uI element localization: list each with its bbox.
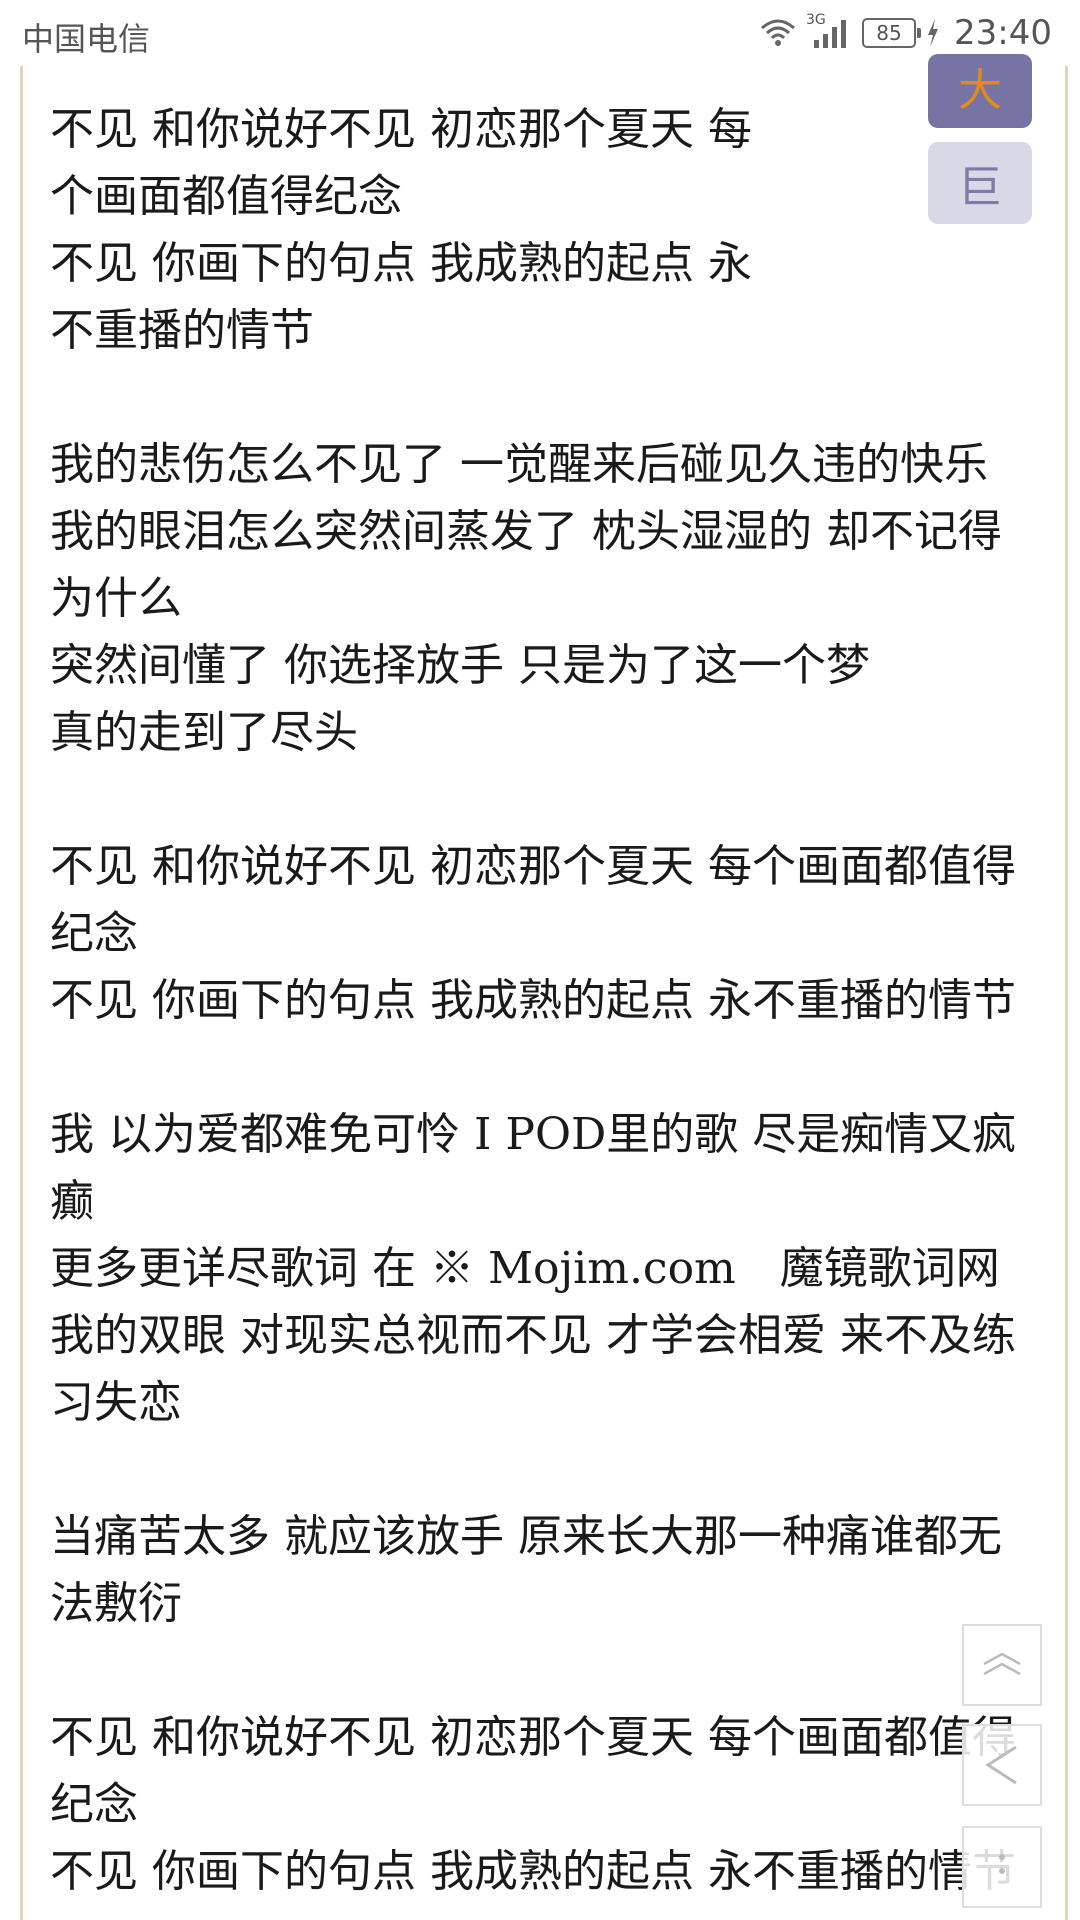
- lyric-line: 不重播的情节: [50, 305, 314, 356]
- lyric-line: 我的悲伤怎么不见了 一觉醒来后碰见久违的快乐: [50, 439, 988, 490]
- lyric-blank-line: [50, 1436, 1065, 1503]
- status-bar: 中国电信 3G 85 23:40: [0, 0, 1080, 66]
- lyric-line: 更多更详尽歌词 在 ※ Mojim.com 魔镜歌词网: [50, 1243, 1000, 1294]
- more-button[interactable]: [962, 1826, 1042, 1908]
- lyric-blank-line: [50, 1034, 1065, 1101]
- lyric-line: 纪念: [50, 1779, 138, 1830]
- font-size-huge-label: 巨: [958, 162, 1002, 213]
- battery-indicator: 85: [862, 18, 922, 48]
- font-size-big-label: 大: [958, 65, 1002, 116]
- lyric-line: 为什么: [50, 573, 182, 624]
- scroll-to-top-button[interactable]: [962, 1624, 1042, 1706]
- font-size-huge-button[interactable]: 巨: [928, 142, 1032, 224]
- signal-icon: 3G: [806, 12, 852, 50]
- lyric-line: 个画面都值得纪念: [50, 171, 402, 222]
- lyric-blank-line: [50, 766, 1065, 833]
- lyric-line: 我的眼泪怎么突然间蒸发了 枕头湿湿的 却不记得: [50, 506, 1002, 557]
- lyric-line: 突然间懂了 你选择放手 只是为了这一个梦: [50, 640, 870, 691]
- lyric-blank-line: [50, 1637, 1065, 1704]
- lyric-blank-line: [50, 364, 1065, 431]
- clock: 23:40: [954, 13, 1052, 53]
- lyric-line: 癫: [50, 1176, 94, 1227]
- lyrics-body: 不见 和你说好不见 初恋那个夏天 每个画面都值得纪念不见 你画下的句点 我成熟的…: [50, 96, 1065, 1905]
- lyrics-page[interactable]: 不见 和你说好不见 初恋那个夏天 每个画面都值得纪念不见 你画下的句点 我成熟的…: [20, 66, 1068, 1920]
- wifi-icon: [761, 19, 796, 46]
- battery-level: 85: [876, 21, 902, 45]
- lyric-line: 习失恋: [50, 1377, 182, 1428]
- lyric-line: 不见 和你说好不见 初恋那个夏天 每: [50, 104, 752, 155]
- charging-icon: [928, 19, 939, 47]
- lyric-line: 纪念: [50, 908, 138, 959]
- font-size-big-button[interactable]: 大: [928, 54, 1032, 128]
- double-chevron-up-icon: [983, 1652, 1021, 1676]
- lyric-line: 我 以为爱都难免可怜 I POD里的歌 尽是痴情又疯: [50, 1109, 1017, 1160]
- lyric-line: 真的走到了尽头: [50, 707, 358, 758]
- lyric-line: 不见 和你说好不见 初恋那个夏天 每个画面都值得: [50, 841, 1016, 892]
- lyric-line: 不见 你画下的句点 我成熟的起点 永不重播的情节: [50, 975, 1016, 1026]
- lyric-line: 我的双眼 对现实总视而不见 才学会相爱 来不及练: [50, 1310, 1016, 1361]
- lyric-line: 不见 和你说好不见 初恋那个夏天 每个画面都值得: [50, 1712, 1016, 1763]
- vertical-dots-icon: [999, 1854, 1005, 1874]
- back-button[interactable]: [962, 1724, 1042, 1806]
- carrier-label: 中国电信: [22, 20, 151, 58]
- chevron-left-icon: [985, 1745, 1017, 1785]
- lyric-line: 法敷衍: [50, 1578, 182, 1629]
- lyric-line: 当痛苦太多 就应该放手 原来长大那一种痛谁都无: [50, 1511, 1002, 1562]
- status-icons: 3G 85 23:40: [760, 12, 1052, 54]
- lyric-line: 不见 你画下的句点 我成熟的起点 永不重播的情节: [50, 1846, 1016, 1897]
- lyric-line: 不见 你画下的句点 我成熟的起点 永: [50, 238, 752, 289]
